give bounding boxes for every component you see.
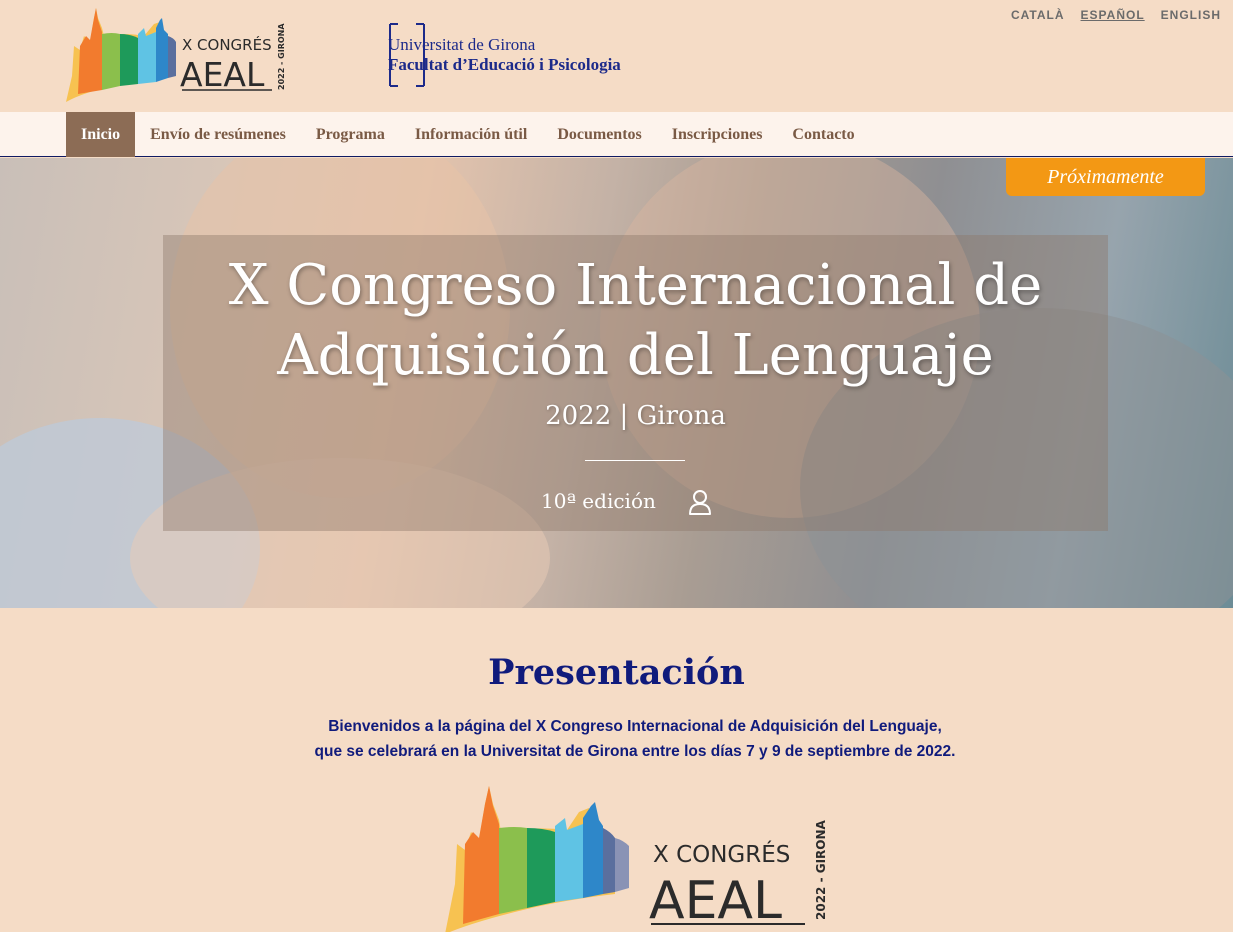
proximamente-badge[interactable]: Próximamente bbox=[1006, 158, 1205, 196]
svg-text:X CONGRÉS: X CONGRÉS bbox=[653, 840, 790, 868]
nav-item-programa[interactable]: Programa bbox=[301, 112, 400, 157]
svg-text:2022 - GIRONA: 2022 - GIRONA bbox=[814, 819, 828, 920]
hero-subtitle: 2022 | Girona bbox=[545, 401, 726, 431]
aeal-logo-large-graphic: X CONGRÉS AEAL 2022 - GIRONA bbox=[445, 786, 828, 932]
hero-title-line1: X Congreso Internacional de bbox=[228, 253, 1043, 318]
lang-espanol-link[interactable]: ESPAÑOL bbox=[1081, 8, 1145, 22]
site-header: X CONGRÉS AEAL 2022 - GIRONA Universitat… bbox=[0, 0, 1233, 112]
hero-title-line2: Adquisición del Lenguaje bbox=[277, 323, 994, 388]
svg-text:AEAL: AEAL bbox=[180, 55, 265, 94]
udg-faculty-name: Facultat d’Educació i Psicologia bbox=[388, 55, 621, 74]
nav-item-contacto[interactable]: Contacto bbox=[777, 112, 869, 157]
hero-banner: Próximamente X Congreso Internacional de… bbox=[0, 158, 1233, 608]
svg-text:AEAL: AEAL bbox=[649, 871, 782, 931]
udg-logo[interactable]: Universitat de Girona Facultat d’Educaci… bbox=[386, 22, 686, 88]
hero-divider bbox=[585, 460, 685, 461]
aeal-logo[interactable]: X CONGRÉS AEAL 2022 - GIRONA bbox=[64, 6, 304, 104]
language-switcher: CATALÀ ESPAÑOL ENGLISH bbox=[1011, 8, 1221, 22]
nav-item-inscripciones[interactable]: Inscripciones bbox=[657, 112, 778, 157]
udg-university-name: Universitat de Girona bbox=[388, 35, 536, 54]
svg-text:2022 - GIRONA: 2022 - GIRONA bbox=[277, 23, 286, 90]
main-nav: Inicio Envío de resúmenes Programa Infor… bbox=[0, 112, 1233, 157]
svg-text:X CONGRÉS: X CONGRÉS bbox=[182, 35, 272, 54]
lang-english-link[interactable]: ENGLISH bbox=[1161, 8, 1221, 22]
aeal-logo-large: X CONGRÉS AEAL 2022 - GIRONA bbox=[443, 784, 843, 932]
presentation-line2: que se celebrará en la Universitat de Gi… bbox=[314, 743, 956, 760]
lang-catala-link[interactable]: CATALÀ bbox=[1011, 8, 1065, 22]
presentation-title: Presentación bbox=[488, 652, 745, 693]
aeal-logo-graphic: X CONGRÉS AEAL 2022 - GIRONA bbox=[66, 8, 286, 102]
nav-item-envio-resumenes[interactable]: Envío de resúmenes bbox=[135, 112, 301, 157]
hero-title: X Congreso Internacional de Adquisición … bbox=[163, 251, 1108, 391]
hero-edition: 10ª edición bbox=[541, 489, 656, 513]
nav-item-documentos[interactable]: Documentos bbox=[542, 112, 656, 157]
nav-item-informacion-util[interactable]: Información útil bbox=[400, 112, 542, 157]
presentation-line1: Bienvenidos a la página del X Congreso I… bbox=[328, 718, 942, 735]
presentation-text: Bienvenidos a la página del X Congreso I… bbox=[0, 714, 1233, 764]
user-icon[interactable] bbox=[688, 489, 712, 515]
hero-text-panel: X Congreso Internacional de Adquisición … bbox=[163, 235, 1108, 531]
nav-item-inicio[interactable]: Inicio bbox=[66, 112, 136, 157]
